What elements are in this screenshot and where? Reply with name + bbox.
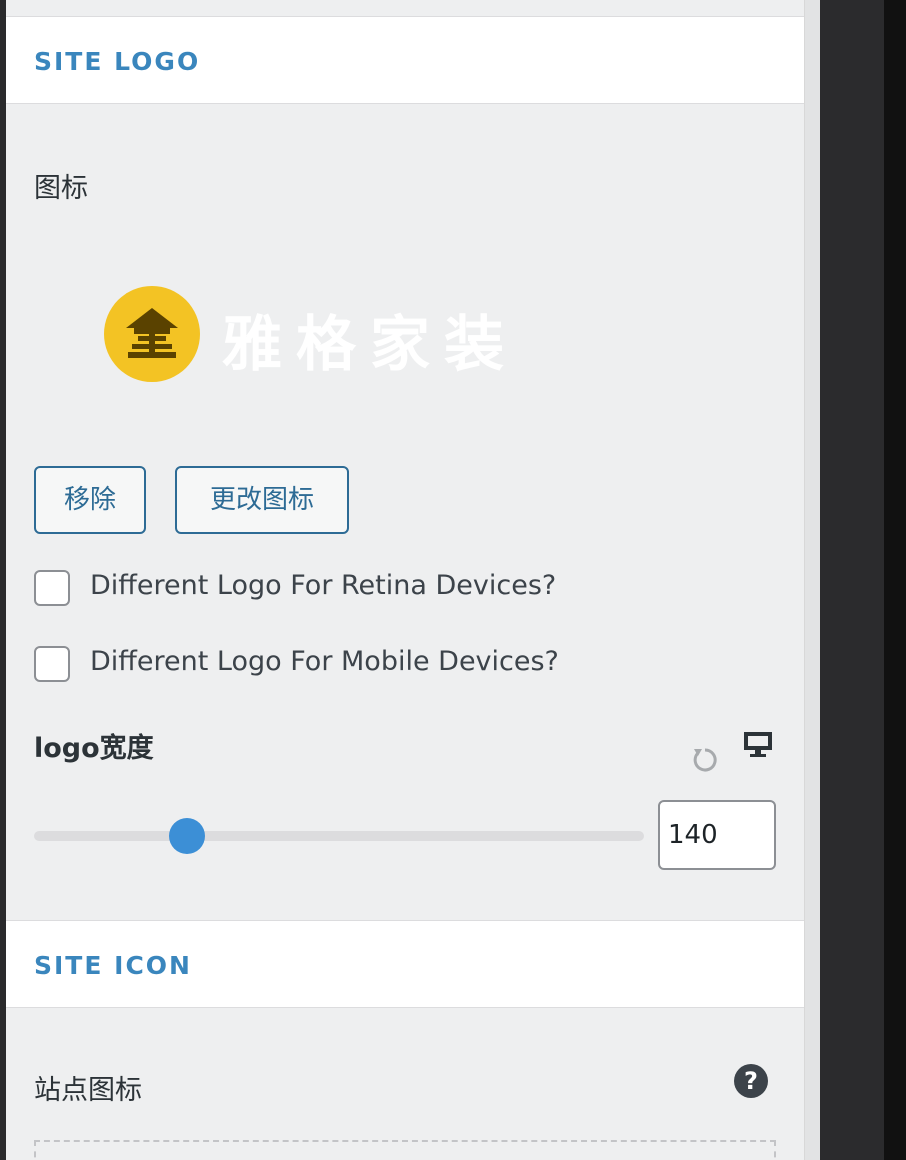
mobile-logo-label: Different Logo For Mobile Devices? [90,646,559,677]
site-icon-dropzone[interactable] [34,1140,776,1160]
retina-logo-label: Different Logo For Retina Devices? [90,570,557,601]
site-logo-section-title: SITE LOGO [34,47,201,76]
previous-section-strip [6,0,804,17]
change-logo-button[interactable]: 更改图标 [175,466,349,534]
site-logo-section-header[interactable]: SITE LOGO [6,17,804,104]
logo-width-slider-thumb[interactable] [168,818,205,854]
logo-width-input[interactable]: 140 [658,800,776,870]
desktop-monitor-icon[interactable] [742,730,774,760]
remove-logo-button[interactable]: 移除 [34,466,146,534]
site-icon-section-header[interactable]: SITE ICON [6,920,804,1008]
logo-preview: 雅格家装 [104,286,574,382]
mobile-logo-checkbox[interactable] [34,646,70,682]
site-icon-label: 站点图标 [34,1075,142,1106]
logo-text: 雅格家装 [222,310,518,380]
preview-pane-shadow [884,0,906,1160]
house-emblem-icon [126,308,178,358]
help-icon[interactable]: ? [734,1064,768,1098]
site-icon-section-title: SITE ICON [34,951,192,980]
customizer-panel: SITE LOGO 图标 雅格家装 移除 更改图标 Different Logo… [0,0,820,1160]
retina-logo-checkbox[interactable] [34,570,70,606]
logo-width-slider-track[interactable] [34,831,644,841]
panel-scrollbar[interactable] [804,0,820,1160]
logo-width-label: logo宽度 [34,733,154,764]
logo-circle-icon [104,286,200,382]
logo-label: 图标 [34,173,88,204]
reset-icon[interactable] [690,745,720,775]
